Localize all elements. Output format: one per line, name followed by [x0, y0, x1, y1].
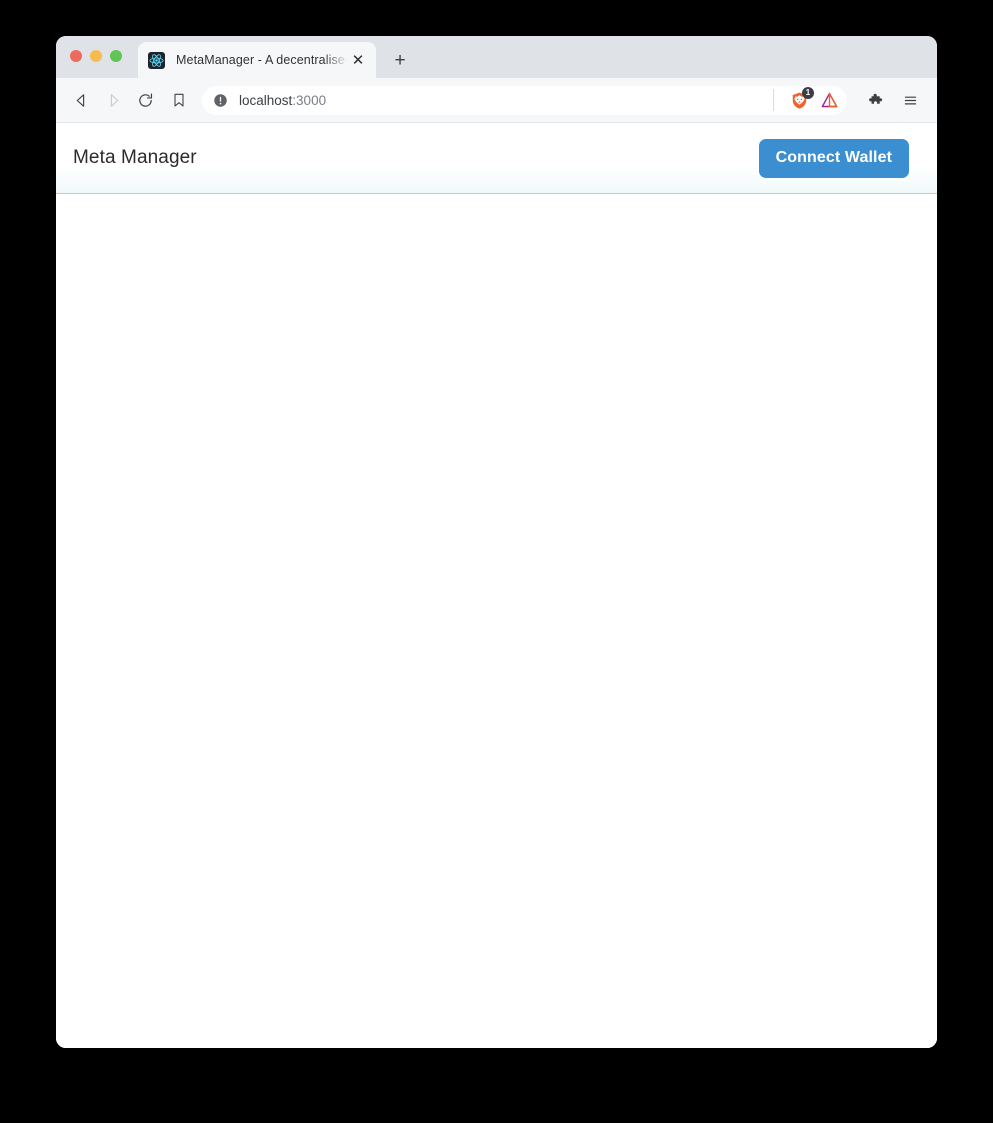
window-close-button[interactable]	[70, 50, 82, 62]
not-secure-info-icon[interactable]	[213, 93, 228, 108]
window-maximize-button[interactable]	[110, 50, 122, 62]
page-title: Meta Manager	[73, 147, 197, 168]
shields-badge-count: 1	[802, 87, 814, 99]
tab-close-icon[interactable]: ✕	[348, 50, 368, 70]
url-bar[interactable]: localhost:3000 1	[202, 85, 847, 115]
brave-rewards-bat-icon[interactable]	[818, 89, 840, 111]
forward-arrow-icon	[98, 85, 128, 115]
window-minimize-button[interactable]	[90, 50, 102, 62]
new-tab-button[interactable]: +	[386, 46, 414, 74]
tab-strip: MetaManager - A decentralised ✕ +	[56, 36, 937, 78]
react-logo-icon	[148, 51, 165, 69]
hamburger-menu-icon[interactable]	[895, 85, 925, 115]
puzzle-piece-icon[interactable]	[861, 85, 891, 115]
connect-wallet-button[interactable]: Connect Wallet	[758, 138, 909, 178]
toolbar-right-actions	[861, 85, 925, 115]
app-header: Meta Manager Connect Wallet	[56, 123, 937, 194]
url-text: localhost:3000	[239, 93, 773, 108]
page-viewport: Meta Manager Connect Wallet	[56, 123, 937, 1048]
browser-window: MetaManager - A decentralised ✕ + localh…	[56, 36, 937, 1048]
browser-tab[interactable]: MetaManager - A decentralised ✕	[138, 42, 376, 78]
browser-toolbar: localhost:3000 1	[56, 78, 937, 123]
url-host: localhost	[239, 92, 293, 108]
browser-tab-title: MetaManager - A decentralised	[176, 53, 346, 67]
brave-shields-lion-icon[interactable]: 1	[788, 87, 814, 111]
reload-icon[interactable]	[130, 85, 160, 115]
urlbar-actions: 1	[773, 87, 840, 111]
window-controls	[70, 36, 122, 78]
bookmark-icon[interactable]	[164, 85, 194, 115]
back-arrow-icon[interactable]	[66, 85, 96, 115]
app-content-area	[56, 194, 937, 1048]
url-port: :3000	[292, 92, 327, 108]
